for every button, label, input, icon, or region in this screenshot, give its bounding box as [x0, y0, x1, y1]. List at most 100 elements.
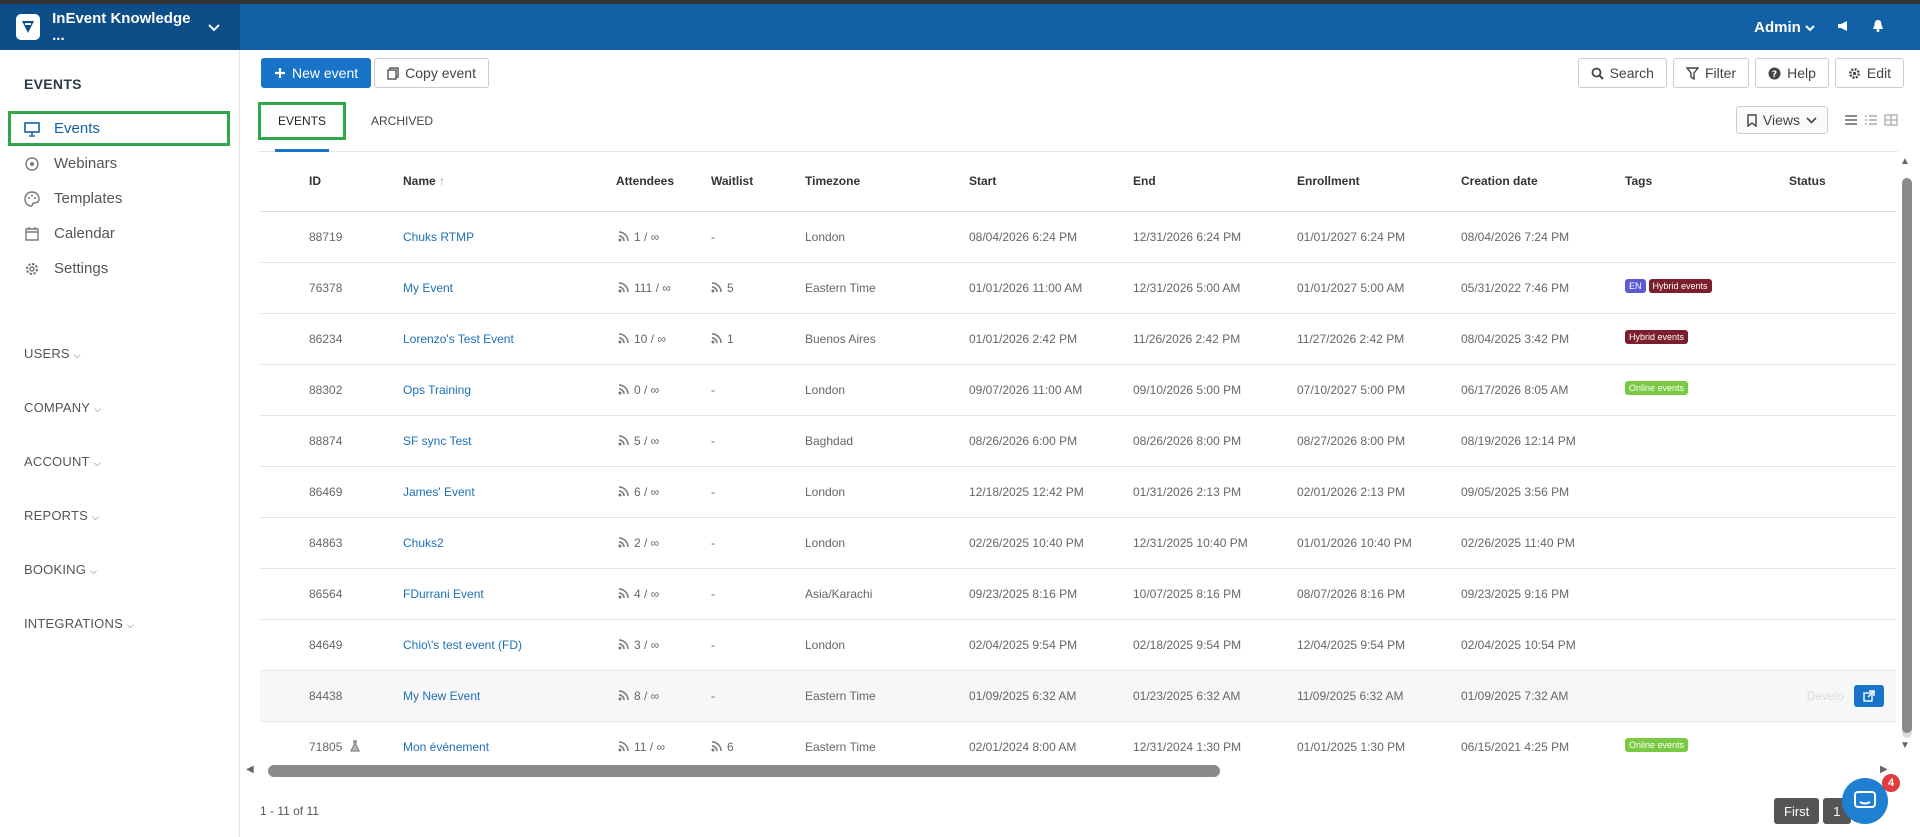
column-header-timezone[interactable]: Timezone [805, 174, 860, 188]
column-header-attendees[interactable]: Attendees [616, 174, 674, 188]
chat-launcher-button[interactable] [1842, 778, 1888, 824]
cell-start: 08/26/2026 6:00 PM [969, 434, 1078, 448]
event-name-link[interactable]: Mon événement [403, 740, 489, 754]
cell-enrollment: 02/01/2026 2:13 PM [1297, 485, 1406, 499]
view-mode-switcher [1844, 114, 1898, 126]
company-switcher[interactable]: InEvent Knowledge ... [0, 4, 240, 50]
sidebar-item-calendar[interactable]: Calendar [8, 216, 230, 251]
cell-waitlist: 1 [711, 332, 734, 346]
sidebar-group-label: ACCOUNT [24, 454, 90, 469]
table-row[interactable]: 84649 Chio\'s test event (FD) 3 / ∞ - Lo… [260, 620, 1896, 671]
table-row[interactable]: 88719 Chuks RTMP 1 / ∞ - London 08/04/20… [260, 212, 1896, 263]
table-row[interactable]: 88874 SF sync Test 5 / ∞ - Baghdad 08/26… [260, 416, 1896, 467]
table-row[interactable]: 84863 Chuks2 2 / ∞ - London 02/26/2025 1… [260, 518, 1896, 569]
scroll-up-arrow-icon[interactable]: ▲ [1900, 156, 1910, 167]
event-name-link[interactable]: My Event [403, 281, 453, 295]
edit-button[interactable]: Edit [1834, 58, 1904, 88]
cell-start: 01/01/2026 2:42 PM [969, 332, 1078, 346]
table-row[interactable]: 71805 Mon événement 11 / ∞ 6 Eastern Tim… [260, 722, 1896, 760]
edit-label: Edit [1866, 65, 1891, 81]
table-row[interactable]: 86564 FDurrani Event 4 / ∞ - Asia/Karach… [260, 569, 1896, 620]
table-row[interactable]: 86469 James' Event 6 / ∞ - London 12/18/… [260, 467, 1896, 518]
cell-end: 12/31/2024 1:30 PM [1133, 740, 1242, 754]
bell-icon[interactable] [1872, 19, 1884, 35]
cell-creation-date: 08/04/2026 7:24 PM [1461, 230, 1570, 244]
copy-event-button[interactable]: Copy event [374, 58, 489, 88]
sidebar-group-integrations[interactable]: INTEGRATIONS ⌵ [24, 616, 134, 631]
event-name-link[interactable]: James' Event [403, 485, 475, 499]
compact-list-view-icon[interactable] [1864, 114, 1878, 126]
scrollbar-thumb[interactable] [1902, 178, 1912, 733]
cell-waitlist: - [711, 230, 715, 244]
rss-icon [618, 588, 629, 599]
column-header-enrollment[interactable]: Enrollment [1297, 174, 1360, 188]
list-view-icon[interactable] [1844, 114, 1858, 126]
new-event-button[interactable]: New event [261, 58, 372, 88]
sidebar-item-label: Calendar [54, 225, 115, 242]
admin-menu[interactable]: Admin [1754, 19, 1815, 36]
event-name-link[interactable]: SF sync Test [403, 434, 471, 448]
filter-button[interactable]: Filter [1672, 58, 1750, 88]
scroll-right-arrow-icon[interactable]: ▶ [1880, 764, 1888, 775]
sidebar-group-users[interactable]: USERS ⌵ [24, 346, 81, 361]
cell-id: 88302 [309, 383, 343, 397]
bookmark-icon [1747, 113, 1757, 127]
views-dropdown[interactable]: Views [1735, 106, 1828, 134]
cell-creation-date: 09/05/2025 3:56 PM [1461, 485, 1570, 499]
sidebar-item-events[interactable]: Events [8, 111, 230, 146]
megaphone-icon[interactable] [1837, 20, 1850, 35]
tab-archived[interactable]: ARCHIVED [362, 102, 442, 140]
table-row[interactable]: 88302 Ops Training 0 / ∞ - London 09/07/… [260, 365, 1896, 416]
cell-attendees: 5 / ∞ [618, 434, 659, 448]
cell-waitlist: - [711, 485, 715, 499]
open-external-button[interactable] [1854, 685, 1884, 707]
event-name-link[interactable]: Lorenzo's Test Event [403, 332, 514, 346]
scroll-left-arrow-icon[interactable]: ◀ [246, 764, 254, 775]
cell-id: 84863 [309, 536, 343, 550]
event-name-link[interactable]: Chuks RTMP [403, 230, 474, 244]
first-page-button[interactable]: First [1774, 798, 1820, 824]
cell-end: 08/26/2026 8:00 PM [1133, 434, 1242, 448]
rss-icon [618, 690, 629, 701]
column-header-waitlist[interactable]: Waitlist [711, 174, 753, 188]
search-button[interactable]: Search [1577, 58, 1667, 88]
sidebar-item-settings[interactable]: Settings [8, 251, 230, 286]
column-header-end[interactable]: End [1133, 174, 1156, 188]
sidebar-group-booking[interactable]: BOOKING ⌵ [24, 562, 97, 577]
column-header-creation-date[interactable]: Creation date [1461, 174, 1538, 188]
column-header-name[interactable]: Name ↑ [403, 174, 445, 188]
table-row[interactable]: 86234 Lorenzo's Test Event 10 / ∞ 1 Buen… [260, 314, 1896, 365]
horizontal-scrollbar[interactable]: ◀ ▶ [244, 762, 1904, 780]
sidebar-group-company[interactable]: COMPANY ⌵ [24, 400, 101, 415]
sidebar-group-reports[interactable]: REPORTS ⌵ [24, 508, 99, 523]
scrollbar-thumb[interactable] [268, 765, 1220, 777]
scroll-down-arrow-icon[interactable]: ▼ [1900, 740, 1910, 751]
cell-timezone: London [805, 485, 846, 499]
event-name-link[interactable]: Chio\'s test event (FD) [403, 638, 522, 652]
tab-events[interactable]: EVENTS [258, 102, 346, 152]
column-header-tags[interactable]: Tags [1625, 174, 1652, 188]
cell-timezone: Eastern Time [805, 740, 876, 754]
event-name-link[interactable]: My New Event [403, 689, 480, 703]
event-name-link[interactable]: Chuks2 [403, 536, 444, 550]
sidebar-item-templates[interactable]: Templates [8, 181, 230, 216]
vertical-scrollbar[interactable]: ▲ ▼ [1896, 156, 1916, 756]
event-name-link[interactable]: Ops Training [403, 383, 471, 397]
column-header-status[interactable]: Status [1789, 174, 1826, 188]
column-header-id[interactable]: ID [309, 174, 321, 188]
gear-icon [1848, 67, 1860, 79]
table-row[interactable]: 76378 My Event 111 / ∞ 5 Eastern Time 01… [260, 263, 1896, 314]
column-header-start[interactable]: Start [969, 174, 996, 188]
rss-icon [618, 486, 629, 497]
cell-waitlist: - [711, 536, 715, 550]
plus-icon [275, 68, 285, 78]
grid-view-icon[interactable] [1884, 114, 1898, 126]
event-name-link[interactable]: FDurrani Event [403, 587, 484, 601]
sidebar-item-webinars[interactable]: Webinars [8, 146, 230, 181]
attendees-value: 8 / ∞ [634, 689, 660, 703]
sidebar-group-account[interactable]: ACCOUNT ⌵ [24, 454, 101, 469]
help-button[interactable]: ? Help [1755, 58, 1829, 88]
sidebar-group-label: REPORTS [24, 508, 89, 523]
sidebar-item-label: Templates [54, 190, 123, 207]
table-row[interactable]: 84438 My New Event 8 / ∞ - Eastern Time … [260, 671, 1896, 722]
